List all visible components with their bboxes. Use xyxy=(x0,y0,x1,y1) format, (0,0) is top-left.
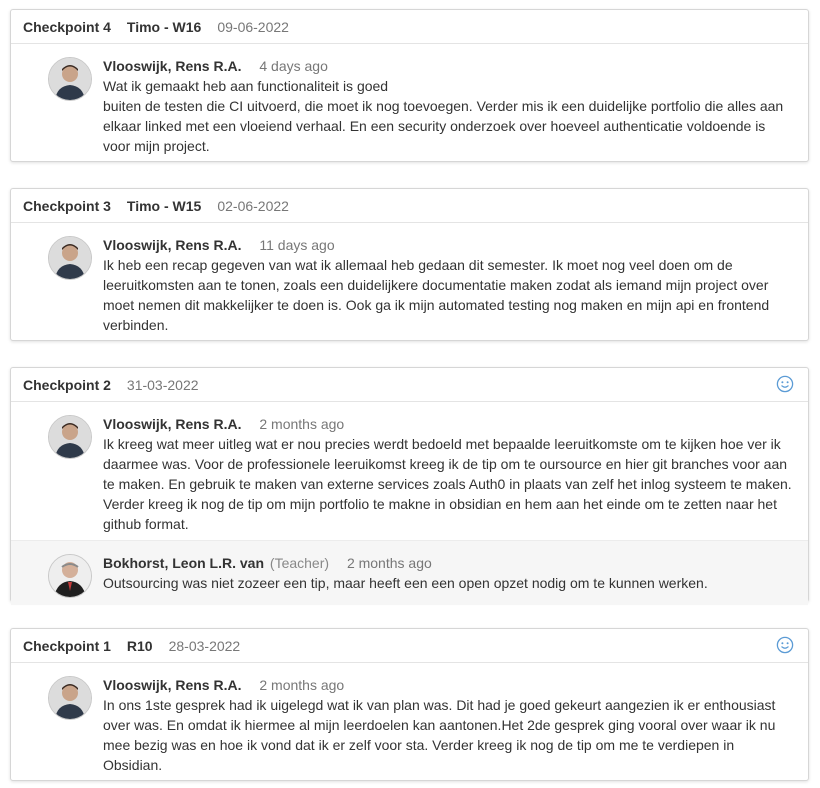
checkpoint-date: 28-03-2022 xyxy=(168,637,241,654)
comment-time: 2 months ago xyxy=(346,555,432,571)
checkpoint-header: Checkpoint 1 R10 28-03-2022 xyxy=(11,629,808,663)
checkpoint-title: Checkpoint 4 xyxy=(23,18,111,35)
checkpoint-header: Checkpoint 4 Timo - W16 09-06-2022 xyxy=(11,10,808,44)
checkpoint-header: Checkpoint 2 31-03-2022 xyxy=(11,368,808,402)
comment-text: In ons 1ste gesprek had ik uigelegd wat … xyxy=(103,697,776,773)
smiley-icon xyxy=(776,636,794,654)
teacher-comment: Bokhorst, Leon L.R. van (Teacher) 2 mont… xyxy=(11,540,808,605)
comment-time: 2 months ago xyxy=(259,677,345,693)
checkpoint-card-4: Checkpoint 4 Timo - W16 09-06-2022 Vloos… xyxy=(10,9,809,162)
comment: Vlooswijk, Rens R.A. 2 months ago Ik kre… xyxy=(11,402,808,540)
comment-author: Bokhorst, Leon L.R. van xyxy=(103,555,265,571)
comment-text: Wat ik gemaakt heb aan functionaliteit i… xyxy=(103,78,784,154)
checkpoint-subtitle: Timo - W16 xyxy=(126,18,202,35)
comment: Vlooswijk, Rens R.A. 11 days ago Ik heb … xyxy=(11,223,808,341)
checkpoint-card-1: Checkpoint 1 R10 28-03-2022 Vlooswijk, R… xyxy=(10,628,809,781)
comment-text: Outsourcing was niet zozeer een tip, maa… xyxy=(103,575,708,591)
checkpoint-subtitle: Timo - W15 xyxy=(126,197,202,214)
checkpoint-date: 02-06-2022 xyxy=(217,197,289,214)
avatar xyxy=(48,236,92,280)
checkpoint-date: 31-03-2022 xyxy=(126,376,199,393)
smiley-icon xyxy=(776,375,794,393)
avatar xyxy=(48,415,92,459)
avatar xyxy=(48,554,92,598)
comment: Vlooswijk, Rens R.A. 4 days ago Wat ik g… xyxy=(11,44,808,162)
comment: Vlooswijk, Rens R.A. 2 months ago In ons… xyxy=(11,663,808,781)
avatar xyxy=(48,676,92,720)
comment-author: Vlooswijk, Rens R.A. xyxy=(103,416,242,432)
checkpoint-title: Checkpoint 1 xyxy=(23,637,111,654)
checkpoint-title: Checkpoint 3 xyxy=(23,197,111,214)
comment-author: Vlooswijk, Rens R.A. xyxy=(103,58,242,74)
checkpoint-date: 09-06-2022 xyxy=(217,18,289,35)
comment-author: Vlooswijk, Rens R.A. xyxy=(103,237,242,253)
checkpoint-header: Checkpoint 3 Timo - W15 02-06-2022 xyxy=(11,189,808,223)
comment-role: (Teacher) xyxy=(269,555,330,571)
checkpoint-card-2: Checkpoint 2 31-03-2022 Vlooswijk, Rens … xyxy=(10,367,809,605)
checkpoint-card-3: Checkpoint 3 Timo - W15 02-06-2022 Vloos… xyxy=(10,188,809,341)
checkpoint-subtitle: R10 xyxy=(126,637,153,654)
comment-text: Ik kreeg wat meer uitleg wat er nou prec… xyxy=(103,436,792,532)
comment-time: 2 months ago xyxy=(259,416,345,432)
avatar xyxy=(48,57,92,101)
comment-time: 4 days ago xyxy=(259,58,328,74)
comment-time: 11 days ago xyxy=(259,237,335,253)
comment-author: Vlooswijk, Rens R.A. xyxy=(103,677,242,693)
checkpoint-title: Checkpoint 2 xyxy=(23,376,111,393)
comment-text: Ik heb een recap gegeven van wat ik alle… xyxy=(103,257,770,333)
